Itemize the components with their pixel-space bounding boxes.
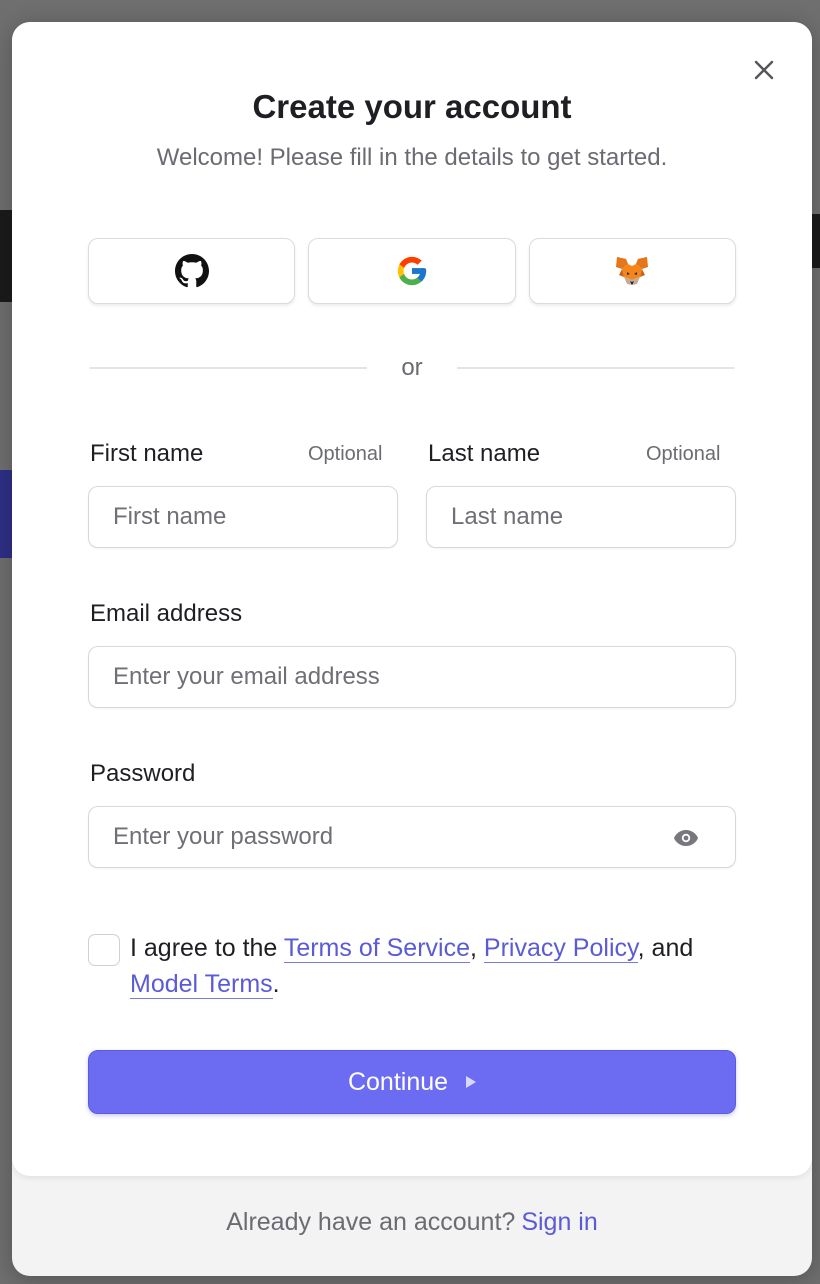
first-name-input[interactable]	[88, 486, 398, 548]
close-icon	[754, 60, 774, 80]
last-name-label: Last name	[428, 440, 541, 467]
show-password-button[interactable]	[670, 824, 702, 852]
first-name-label: First name	[90, 440, 204, 467]
signup-card: Create your account Welcome! Please fill…	[12, 22, 812, 1176]
google-icon	[397, 256, 427, 286]
consent-separator: , and	[637, 934, 694, 962]
password-label: Password	[90, 760, 196, 787]
consent-suffix: .	[272, 970, 280, 998]
google-login-button[interactable]	[308, 238, 516, 304]
sign-in-link[interactable]: Sign in	[521, 1208, 597, 1236]
consent-prefix: I agree to the	[130, 934, 284, 962]
email-input[interactable]	[88, 646, 736, 708]
divider-line	[90, 367, 367, 369]
last-name-input[interactable]	[426, 486, 736, 548]
last-name-optional-tag: Optional	[646, 443, 721, 465]
play-triangle-icon	[466, 1076, 477, 1088]
email-label: Email address	[90, 600, 243, 627]
signup-modal: Create your account Welcome! Please fill…	[12, 22, 812, 1276]
eye-icon	[674, 830, 698, 846]
signin-footer: Already have an account? Sign in	[12, 1208, 812, 1237]
github-icon	[174, 254, 209, 288]
privacy-policy-link[interactable]: Privacy Policy	[483, 934, 638, 963]
model-terms-link[interactable]: Model Terms	[130, 970, 273, 999]
github-login-button[interactable]	[88, 238, 296, 304]
metamask-fox-icon	[616, 257, 649, 285]
continue-label: Continue	[347, 1067, 449, 1096]
close-button[interactable]	[750, 56, 778, 84]
or-divider: or	[90, 354, 734, 382]
terms-checkbox[interactable]	[88, 934, 120, 966]
page-title: Create your account	[252, 88, 572, 125]
divider-label: or	[401, 354, 423, 381]
password-input[interactable]	[88, 806, 736, 868]
social-login-row	[88, 238, 736, 306]
continue-button[interactable]: Continue	[88, 1050, 736, 1114]
page-subtitle: Welcome! Please fill in the details to g…	[156, 144, 668, 171]
consent-separator: ,	[470, 934, 484, 962]
terms-consent-text: I agree to the Terms of Service, Privacy…	[130, 930, 730, 1002]
divider-line	[457, 367, 734, 369]
first-name-optional-tag: Optional	[308, 443, 383, 465]
metamask-login-button[interactable]	[528, 238, 736, 304]
footer-text: Already have an account?	[226, 1208, 516, 1236]
terms-of-service-link[interactable]: Terms of Service	[283, 934, 470, 963]
